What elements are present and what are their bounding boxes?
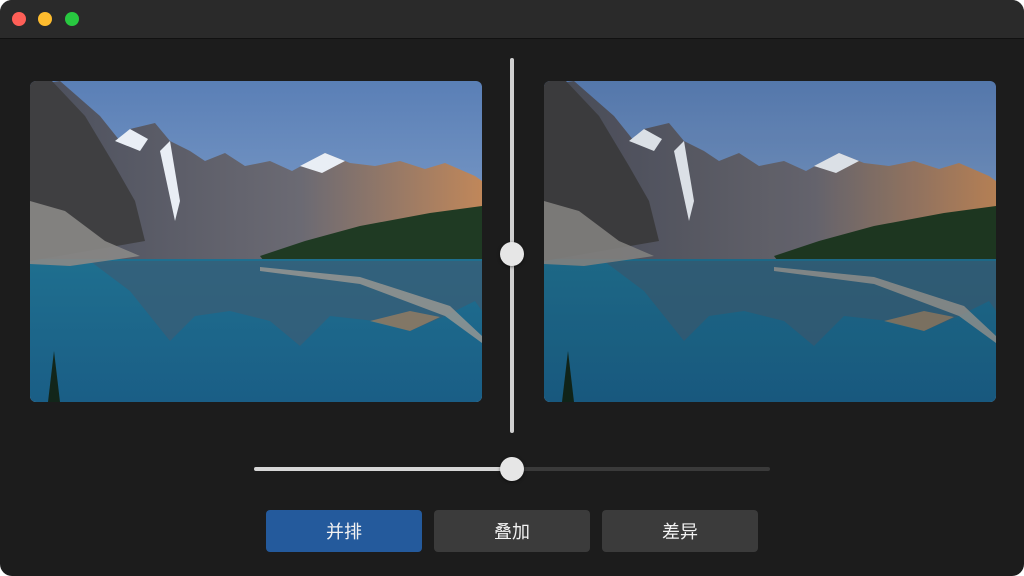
close-window-icon[interactable] [12, 12, 26, 26]
mode-overlay-button[interactable]: 叠加 [434, 510, 590, 552]
comparison-window: 并排 叠加 差异 [0, 0, 1024, 576]
maximize-window-icon[interactable] [65, 12, 79, 26]
title-bar [0, 0, 1024, 39]
mode-side-by-side-button[interactable]: 并排 [266, 510, 422, 552]
minimize-window-icon[interactable] [38, 12, 52, 26]
scrub-slider-fill [254, 467, 512, 471]
split-divider-handle[interactable] [500, 242, 524, 266]
mode-difference-button[interactable]: 差异 [602, 510, 758, 552]
landscape-image-left [30, 81, 482, 402]
scrub-slider-thumb[interactable] [500, 457, 524, 481]
right-image-panel [544, 81, 996, 402]
left-image-panel [30, 81, 482, 402]
landscape-image-right [544, 81, 996, 402]
